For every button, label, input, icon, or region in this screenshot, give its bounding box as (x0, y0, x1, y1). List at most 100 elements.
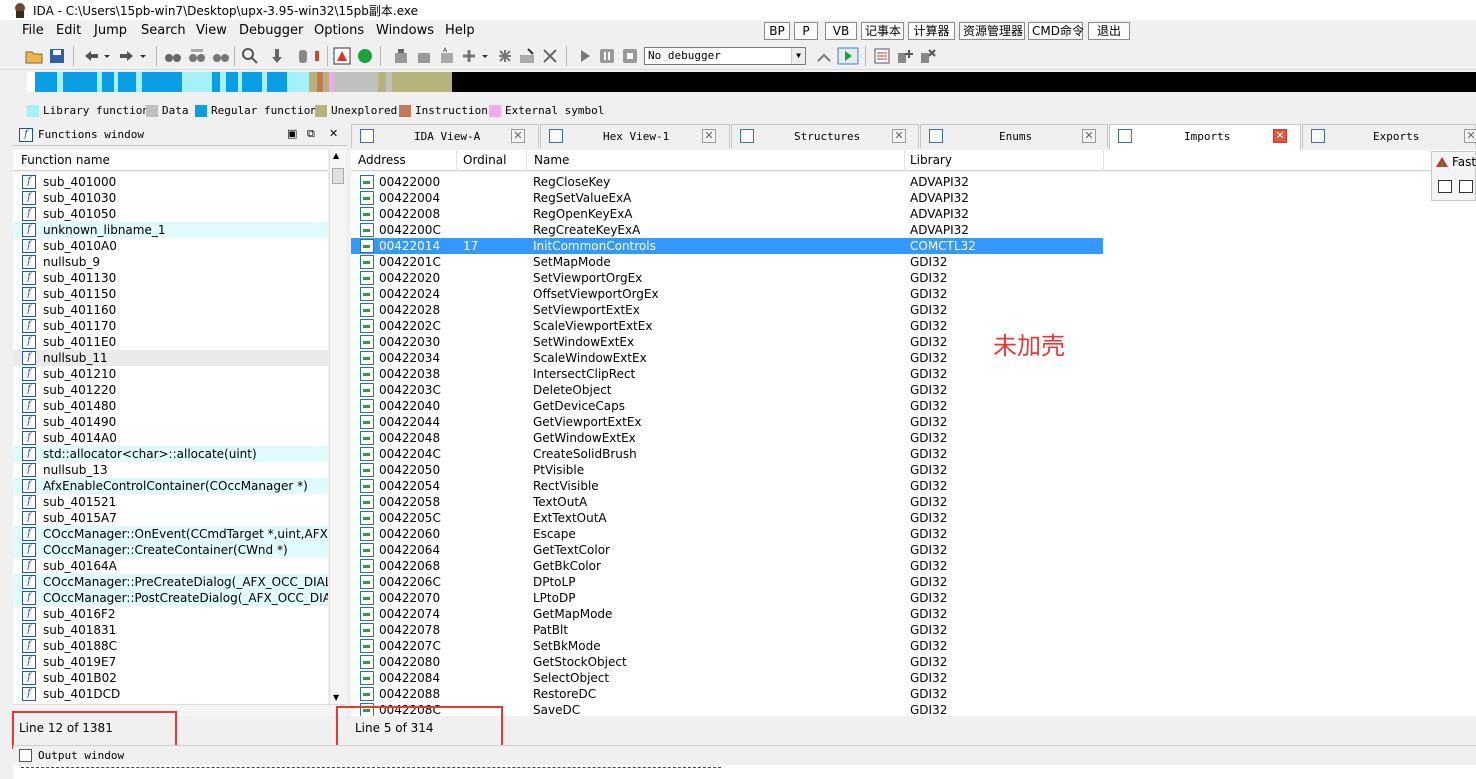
plugin-calculator-button[interactable]: 计算器 (908, 22, 955, 40)
struct-offset-icon[interactable] (496, 47, 514, 65)
import-row[interactable]: 00422064 GetTextColor GDI32 (351, 542, 1103, 558)
breakpoint-delete-icon[interactable] (919, 47, 937, 65)
import-row[interactable]: 00422004 RegSetValueExA ADVAPI32 (351, 190, 1103, 206)
function-row[interactable]: f sub_401170 (13, 318, 328, 334)
function-row[interactable]: f COccManager::PreCreateDialog(_AFX_OCC_D… (13, 574, 328, 590)
import-row[interactable]: 00422028 SetViewportExtEx GDI32 (351, 302, 1103, 318)
import-row[interactable]: 00422030 SetWindowExtEx GDI32 (351, 334, 1103, 350)
tab-ida-view-a[interactable]: IDA View-A ✕ (351, 124, 539, 148)
import-row[interactable]: 00422020 SetViewportOrgEx GDI32 (351, 270, 1103, 286)
output-window-titlebar[interactable]: Output window (13, 745, 1476, 765)
stop-icon[interactable] (621, 47, 639, 65)
define-code-icon[interactable] (392, 47, 410, 65)
menu-edit[interactable]: Edit (56, 23, 81, 38)
address-header[interactable]: Address (358, 153, 406, 167)
function-row[interactable]: f std::allocator<char>::allocate(uint) (13, 446, 328, 462)
tab-exports[interactable]: Exports ✕ (1302, 124, 1476, 148)
menu-view[interactable]: View (196, 23, 227, 38)
menu-search[interactable]: Search (141, 23, 186, 38)
import-row[interactable]: 00422078 PatBlt GDI32 (351, 622, 1103, 638)
import-row[interactable]: 00422080 GetStockObject GDI32 (351, 654, 1103, 670)
function-row[interactable]: f AfxEnableControlContainer(COccManager *… (13, 478, 328, 494)
tab-structures[interactable]: Structures ✕ (731, 124, 919, 148)
run-green-dot-icon[interactable] (356, 47, 374, 65)
import-row[interactable]: 00422074 GetMapMode GDI32 (351, 606, 1103, 622)
import-row[interactable]: 00422000 RegCloseKey ADVAPI32 (351, 174, 1103, 190)
plugin-explorer-button[interactable]: 资源管理器 (959, 22, 1025, 40)
pin-icon[interactable] (312, 47, 322, 65)
chevron-down-icon[interactable] (480, 47, 490, 65)
import-row[interactable]: 0042205C ExtTextOutA GDI32 (351, 510, 1103, 526)
import-row[interactable]: 00422038 IntersectClipRect GDI32 (351, 366, 1103, 382)
menu-jump[interactable]: Jump (94, 23, 127, 38)
breakpoint-add-icon[interactable] (896, 47, 914, 65)
function-row[interactable]: f sub_401B02 (13, 670, 328, 686)
function-row[interactable]: f sub_4019E7 (13, 654, 328, 670)
function-row[interactable]: f sub_401130 (13, 270, 328, 286)
chevron-down-icon[interactable] (138, 47, 148, 65)
search-binary-icon[interactable] (241, 47, 259, 65)
import-row[interactable]: 0042204C CreateSolidBrush GDI32 (351, 446, 1103, 462)
functions-list[interactable]: f sub_401000 f sub_401030 f sub_401050 f unknow… (13, 172, 328, 704)
import-row[interactable]: 00422088 RestoreDC GDI32 (351, 686, 1103, 702)
function-row[interactable]: f sub_401831 (13, 622, 328, 638)
import-row[interactable]: 00422014 17 InitCommonControls COMCTL32 (351, 238, 1103, 254)
graph-view-icon[interactable] (333, 47, 351, 65)
plugin-notepad-button[interactable]: 记事本 (861, 22, 904, 40)
import-row[interactable]: 00422068 GetBkColor GDI32 (351, 558, 1103, 574)
plugin-bp-button[interactable]: BP (764, 22, 790, 40)
function-row[interactable]: f sub_401160 (13, 302, 328, 318)
column-separator[interactable] (526, 150, 527, 171)
binoculars-text-icon[interactable] (188, 47, 206, 65)
menu-options[interactable]: Options (314, 23, 364, 38)
function-row[interactable]: f sub_4014A0 (13, 430, 328, 446)
restore-icon[interactable]: ▣ (287, 127, 297, 140)
import-row[interactable]: 0042201C SetMapMode GDI32 (351, 254, 1103, 270)
function-row[interactable]: f sub_401150 (13, 286, 328, 302)
function-row[interactable]: f sub_40164A (13, 558, 328, 574)
close-icon[interactable]: ✕ (511, 129, 525, 143)
edit-icon[interactable] (518, 47, 536, 65)
library-header[interactable]: Library (910, 153, 952, 167)
pause-icon[interactable] (598, 47, 616, 65)
function-row[interactable]: f sub_4011E0 (13, 334, 328, 350)
save-icon[interactable] (48, 47, 66, 65)
function-row[interactable]: f unknown_libname_1 (13, 222, 328, 238)
imports-list[interactable]: 00422000 RegCloseKey ADVAPI32 00422004 RegSe… (351, 172, 1476, 716)
imports-column-header[interactable]: Address Ordinal Name Library (351, 150, 1476, 171)
scrollbar-thumb[interactable] (332, 168, 344, 184)
back-arrow-icon[interactable] (82, 47, 100, 65)
function-row[interactable]: f sub_401220 (13, 382, 328, 398)
function-row[interactable]: f sub_4016F2 (13, 606, 328, 622)
function-row[interactable]: f COccManager::CreateContainer(CWnd *) (13, 542, 328, 558)
define-array-icon[interactable] (460, 47, 478, 65)
close-icon[interactable]: ✕ (1273, 129, 1287, 143)
binoculars-icon[interactable] (164, 47, 182, 65)
import-row[interactable]: 0042207C SetBkMode GDI32 (351, 638, 1103, 654)
function-row[interactable]: f sub_401490 (13, 414, 328, 430)
plugin-exit-button[interactable]: 退出 (1088, 22, 1130, 40)
import-row[interactable]: 00422058 TextOutA GDI32 (351, 494, 1103, 510)
define-string-icon[interactable]: A (438, 47, 456, 65)
import-row[interactable]: 00422060 Escape GDI32 (351, 526, 1103, 542)
menu-file[interactable]: File (22, 23, 44, 38)
window-restore-icon[interactable] (1459, 180, 1473, 193)
down-arrow-icon[interactable] (268, 47, 286, 65)
function-row[interactable]: f sub_4010A0 (13, 238, 328, 254)
plugin-cmd-button[interactable]: CMD命令 (1028, 22, 1084, 40)
column-separator[interactable] (904, 150, 905, 171)
import-row[interactable]: 0042203C DeleteObject GDI32 (351, 382, 1103, 398)
ordinal-header[interactable]: Ordinal (463, 153, 506, 167)
import-row[interactable]: 00422070 LPtoDP GDI32 (351, 590, 1103, 606)
tab-hex-view-1[interactable]: Hex View-1 ✕ (540, 124, 730, 148)
function-row[interactable]: f sub_401521 (13, 494, 328, 510)
function-row[interactable]: f nullsub_9 (13, 254, 328, 270)
function-row[interactable]: f sub_401DCD (13, 686, 328, 702)
plugin-p-button[interactable]: P (794, 22, 818, 40)
tab-imports[interactable]: Imports ✕ (1109, 124, 1301, 150)
function-row[interactable]: f sub_401050 (13, 206, 328, 222)
run-debugger-icon[interactable] (837, 47, 859, 65)
column-separator[interactable] (456, 150, 457, 171)
import-row[interactable]: 00422054 RectVisible GDI32 (351, 478, 1103, 494)
play-icon[interactable] (576, 47, 594, 65)
